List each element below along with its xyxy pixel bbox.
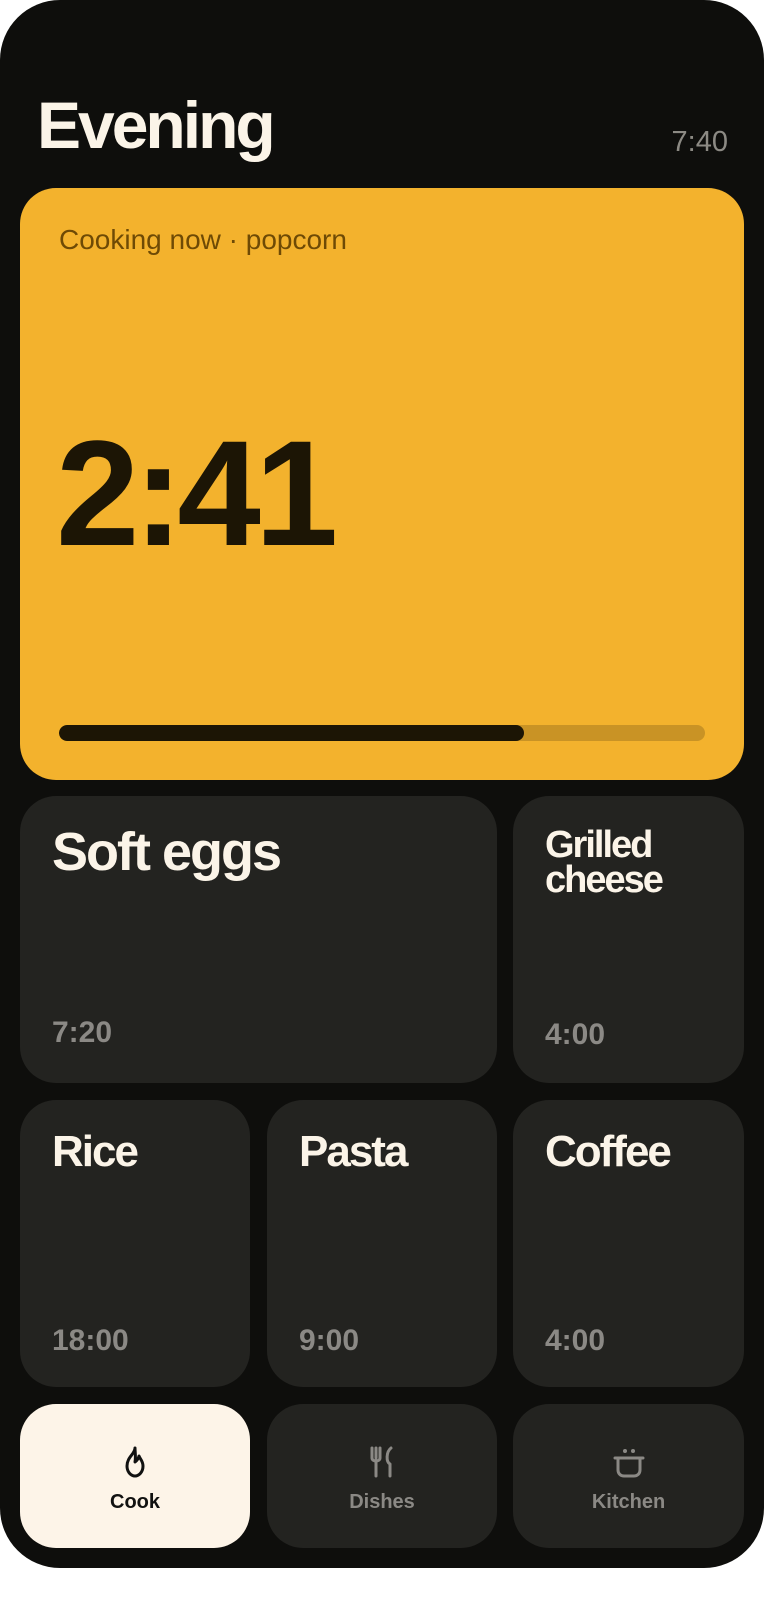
preset-tile-rice[interactable]: Rice 18:00	[20, 1100, 250, 1387]
nav-label: Kitchen	[591, 1491, 666, 1513]
nav-label: Cook	[110, 1491, 160, 1513]
preset-name: Grilled cheese	[545, 824, 664, 901]
timer-progress-fill	[59, 725, 525, 741]
nav-tab-dishes[interactable]: Dishes	[267, 1404, 497, 1548]
nav-label: Dishes	[349, 1491, 415, 1513]
active-timer-card[interactable]: Cooking now · popcorn 2:41	[20, 188, 744, 780]
preset-tile-coffee[interactable]: Coffee 4:00	[513, 1100, 744, 1387]
preset-tile-pasta[interactable]: Pasta 9:00	[267, 1100, 497, 1387]
flame-icon	[125, 1446, 145, 1478]
preset-duration: 7:20	[52, 1016, 113, 1049]
utensils-icon	[370, 1446, 393, 1478]
preset-name: Soft eggs	[52, 822, 282, 882]
pot-icon	[613, 1449, 644, 1478]
page-title: Evening	[37, 88, 276, 162]
preset-duration: 9:00	[299, 1324, 360, 1357]
nav-tab-cook[interactable]: Cook	[20, 1404, 250, 1548]
preset-name: Rice	[52, 1127, 139, 1176]
preset-tile-soft-eggs[interactable]: Soft eggs 7:20	[20, 796, 497, 1083]
phone-screen: Evening 7:40 Cooking now · popcorn 2:41 …	[0, 0, 764, 1568]
timer-countdown: 2:41	[56, 409, 338, 577]
preset-name: Pasta	[299, 1127, 408, 1176]
timer-progress-bar	[59, 725, 705, 741]
preset-name: Coffee	[545, 1127, 672, 1176]
cooking-now-label: Cooking now · popcorn	[59, 224, 347, 255]
status-time: 7:40	[671, 126, 728, 158]
preset-duration: 4:00	[545, 1018, 606, 1051]
nav-tab-kitchen[interactable]: Kitchen	[513, 1404, 744, 1548]
preset-duration: 4:00	[545, 1324, 606, 1357]
preset-duration: 18:00	[52, 1324, 129, 1357]
preset-tile-grilled-cheese[interactable]: Grilled cheese 4:00	[513, 796, 744, 1083]
